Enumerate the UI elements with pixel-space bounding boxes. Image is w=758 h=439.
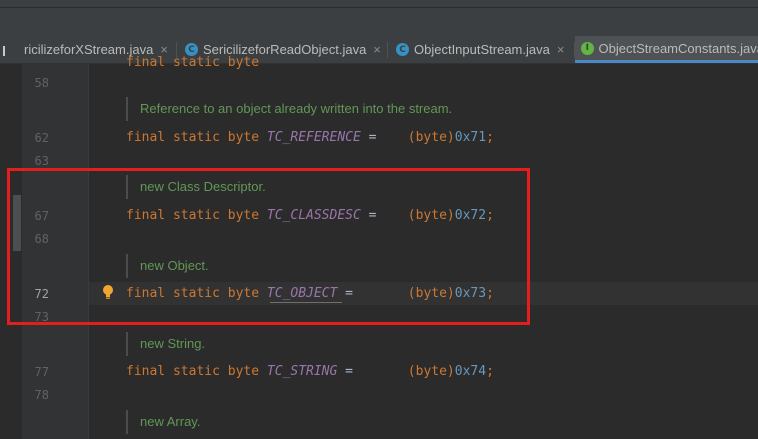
line-number: 78 <box>34 388 49 402</box>
tab-label: ObjectStreamConstants.java <box>598 40 758 56</box>
line-number: 63 <box>34 154 49 168</box>
tab-objectstreamconstants[interactable]: I ObjectStreamConstants.java <box>575 36 758 63</box>
toolbar-area <box>0 8 758 36</box>
code-line-tc-string: final static byte TC_STRING = (byte)0x74… <box>126 364 494 379</box>
javadoc-string: new String. <box>126 332 205 356</box>
close-icon[interactable]: × <box>557 42 565 57</box>
javadoc-reference: Reference to an object already written i… <box>126 97 452 121</box>
line-number: 58 <box>34 76 49 90</box>
interface-icon: I <box>581 41 594 55</box>
editor-tab-bar: ricilizeforXStream.java × C Sericilizefo… <box>0 36 758 64</box>
annotation-highlight-box <box>7 168 530 325</box>
line-number: 62 <box>34 131 49 145</box>
close-icon[interactable]: × <box>373 42 381 57</box>
tab-objectinputstream[interactable]: C ObjectInputStream.java × <box>396 36 564 63</box>
tab-label: ObjectInputStream.java <box>414 42 550 57</box>
tab-overflow-indicator[interactable] <box>3 46 5 56</box>
code-line-tc-reference: final static byte TC_REFERENCE = (byte)0… <box>126 130 494 145</box>
tab-divider <box>387 42 388 58</box>
javadoc-array: new Array. <box>126 410 200 434</box>
title-bar <box>0 0 758 8</box>
clipped-code-line: final static byte <box>126 55 260 70</box>
line-number: 77 <box>34 365 49 379</box>
class-icon: C <box>396 43 409 56</box>
